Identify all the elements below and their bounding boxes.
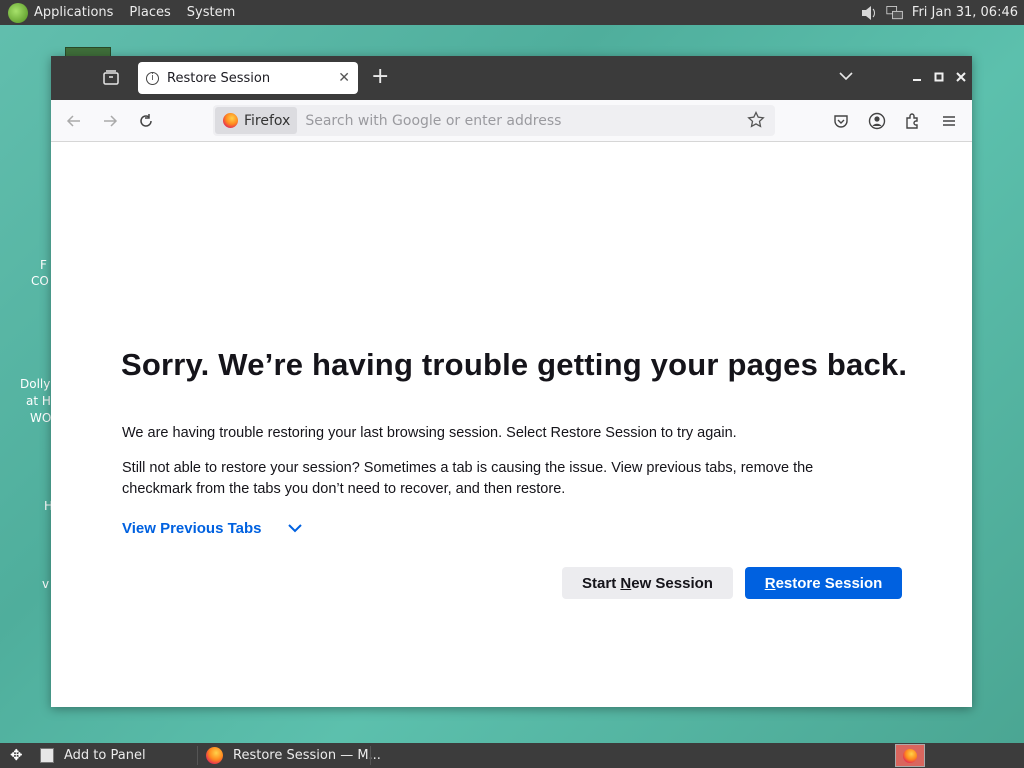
- help-text: Still not able to restore your session? …: [122, 460, 814, 497]
- firefox-view-icon[interactable]: [101, 68, 121, 88]
- workspace-switcher[interactable]: [895, 744, 925, 767]
- button-accel-key: R: [764, 574, 776, 592]
- bottom-panel: ✥ Add to Panel Restore Session — M...: [0, 743, 1024, 768]
- close-window-icon[interactable]: [950, 71, 972, 86]
- tab-restore-session[interactable]: i Restore Session ✕: [138, 62, 358, 94]
- start-new-session-button[interactable]: Start New Session: [562, 567, 733, 599]
- clock[interactable]: Fri Jan 31, 06:46: [912, 5, 1018, 20]
- firefox-icon: [223, 113, 238, 128]
- toolbar-right: [830, 110, 960, 132]
- extensions-icon[interactable]: [902, 110, 924, 132]
- taskbar-firefox-item[interactable]: Restore Session — M...: [206, 743, 381, 768]
- close-tab-icon[interactable]: ✕: [338, 70, 350, 86]
- desktop-icon-label[interactable]: WO: [30, 411, 51, 425]
- info-icon: i: [146, 71, 159, 85]
- button-label-part: ew Session: [631, 574, 713, 592]
- system-tray: Fri Jan 31, 06:46: [860, 0, 1018, 25]
- top-panel: Applications Places System Fri Jan 31, 0…: [0, 0, 1024, 25]
- maximize-icon[interactable]: [928, 71, 950, 86]
- forward-icon[interactable]: [99, 110, 121, 132]
- panel-icon: [40, 748, 54, 763]
- network-icon[interactable]: [886, 5, 904, 21]
- button-label-part: estore Session: [775, 574, 883, 592]
- desktop-icon-label[interactable]: F: [40, 258, 47, 272]
- add-to-panel-label: Add to Panel: [64, 748, 146, 763]
- taskbar-item-label: Restore Session — M...: [233, 748, 381, 763]
- url-bar: Firefox: [213, 105, 775, 136]
- tab-title: Restore Session: [167, 70, 271, 86]
- window-controls: [906, 56, 972, 100]
- view-previous-tabs-label: View Previous Tabs: [122, 519, 262, 537]
- applications-menu[interactable]: Applications: [34, 0, 121, 25]
- page-title: Sorry. We’re having trouble getting your…: [121, 347, 908, 382]
- chevron-down-icon: [286, 519, 304, 537]
- add-to-panel-item[interactable]: Add to Panel: [40, 743, 146, 768]
- browser-window: i Restore Session ✕ + Firefox Search wit…: [51, 56, 972, 707]
- hamburger-menu-icon[interactable]: [938, 110, 960, 132]
- reload-icon[interactable]: [135, 110, 157, 132]
- restore-session-button[interactable]: Restore Session: [745, 567, 902, 599]
- minimize-icon[interactable]: [906, 71, 928, 86]
- button-label-part: Start: [582, 574, 621, 592]
- desktop-icon-label[interactable]: v: [42, 577, 49, 591]
- desktop-icon-label[interactable]: CO: [31, 274, 49, 288]
- desktop-icon-label[interactable]: at H: [26, 394, 51, 408]
- new-tab-button[interactable]: +: [371, 64, 389, 90]
- identity-label: Firefox: [244, 112, 291, 129]
- account-icon[interactable]: [866, 110, 888, 132]
- identity-box[interactable]: Firefox: [215, 107, 298, 134]
- list-all-tabs-icon[interactable]: [838, 68, 854, 88]
- firefox-icon: [903, 748, 917, 763]
- move-icon[interactable]: ✥: [10, 746, 30, 766]
- panel-separator: [197, 746, 198, 765]
- firefox-icon: [206, 747, 223, 764]
- button-accel-key: N: [620, 574, 632, 592]
- panel-separator: [370, 746, 371, 765]
- address-input[interactable]: [297, 107, 747, 134]
- tab-bar: i Restore Session ✕ +: [51, 56, 972, 100]
- system-menu[interactable]: System: [179, 0, 243, 25]
- places-menu[interactable]: Places: [121, 0, 178, 25]
- pocket-icon[interactable]: [830, 110, 852, 132]
- description-text: We are having trouble restoring your las…: [122, 425, 737, 441]
- bookmark-star-icon[interactable]: [747, 110, 767, 131]
- volume-icon[interactable]: [860, 5, 878, 21]
- desktop-icon-label[interactable]: Dolly: [20, 377, 50, 391]
- distro-logo-icon[interactable]: [8, 2, 28, 23]
- back-icon[interactable]: [63, 110, 85, 132]
- navigation-toolbar: Firefox: [51, 100, 972, 142]
- page-content: Sorry. We’re having trouble getting your…: [51, 142, 972, 707]
- view-previous-tabs-toggle[interactable]: View Previous Tabs: [122, 519, 304, 537]
